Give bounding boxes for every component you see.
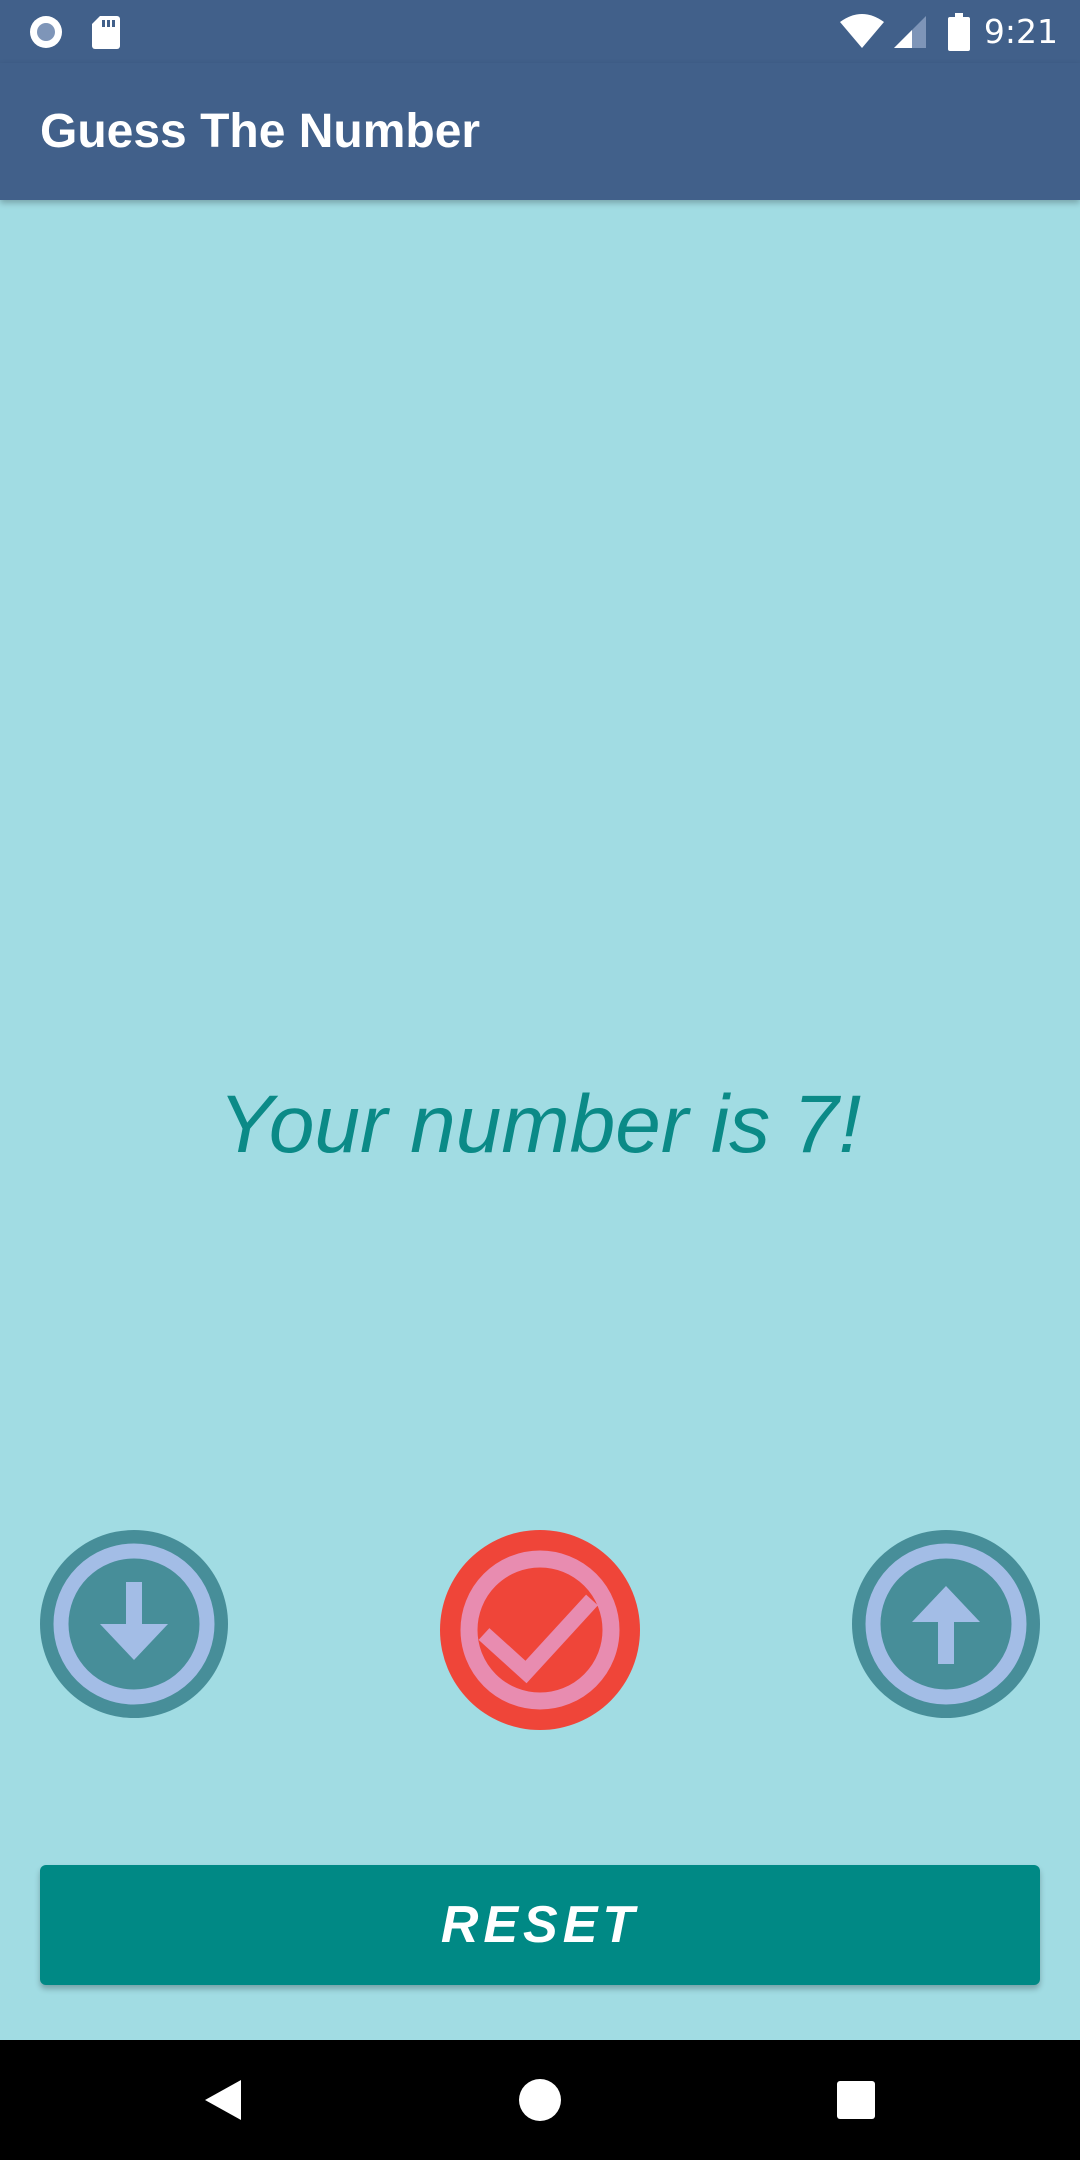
app-bar: Guess The Number: [0, 63, 1080, 200]
status-time: 9:21: [983, 12, 1058, 51]
home-button[interactable]: [480, 2040, 600, 2160]
wifi-icon: [838, 0, 886, 63]
recents-button[interactable]: [796, 2040, 916, 2160]
recents-icon: [837, 2081, 875, 2119]
battery-icon: [946, 0, 972, 63]
navigation-bar: [0, 2040, 1080, 2160]
higher-button[interactable]: [852, 1530, 1040, 1718]
back-button[interactable]: [164, 2040, 284, 2160]
home-icon: [519, 2079, 561, 2121]
status-bar: 9:21: [0, 0, 1080, 63]
lower-button[interactable]: [40, 1530, 228, 1718]
reset-button-label: RESET: [440, 1896, 640, 1954]
back-icon: [205, 2080, 241, 2120]
arrow-down-icon: [40, 1530, 228, 1718]
reset-button[interactable]: RESET: [40, 1865, 1040, 1985]
result-text: Your number is 7!: [218, 1079, 862, 1170]
sd-card-icon: [88, 0, 124, 63]
app-title: Guess The Number: [40, 105, 481, 158]
cell-signal-icon: [890, 0, 930, 63]
correct-button[interactable]: [440, 1530, 640, 1730]
record-indicator-icon: [26, 0, 66, 63]
main-content: Your number is 7! RESET: [0, 200, 1080, 2040]
arrow-up-icon: [852, 1530, 1040, 1718]
checkmark-icon: [440, 1530, 640, 1730]
